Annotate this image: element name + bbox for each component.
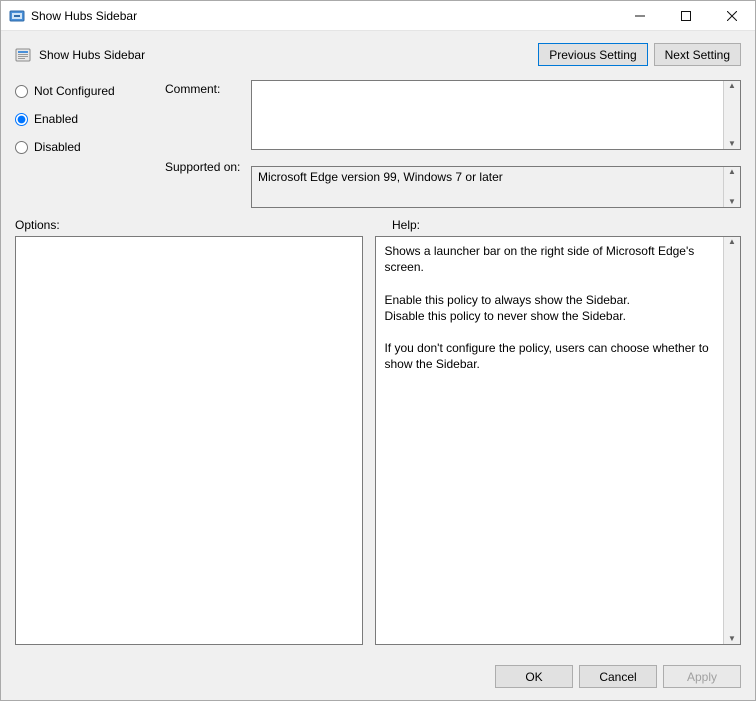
comment-textarea[interactable]	[252, 81, 723, 149]
content-area: Show Hubs Sidebar Previous Setting Next …	[1, 31, 755, 655]
lower-panels: Shows a launcher bar on the right side o…	[15, 236, 741, 645]
supported-text: Microsoft Edge version 99, Windows 7 or …	[252, 167, 723, 207]
options-label: Options:	[15, 218, 378, 232]
options-panel	[15, 236, 363, 645]
supported-box: Microsoft Edge version 99, Windows 7 or …	[251, 166, 741, 208]
comment-box: ▲ ▼	[251, 80, 741, 150]
radio-disabled-label: Disabled	[34, 140, 81, 154]
maximize-button[interactable]	[663, 1, 709, 31]
chevron-down-icon[interactable]: ▼	[724, 187, 740, 207]
radio-enabled-input[interactable]	[15, 113, 28, 126]
chevron-up-icon[interactable]: ▲	[724, 81, 740, 115]
supported-label: Supported on:	[165, 158, 251, 174]
ok-button[interactable]: OK	[495, 665, 573, 688]
state-radio-group: Not Configured Enabled Disabled	[15, 80, 165, 208]
radio-disabled[interactable]: Disabled	[15, 140, 165, 154]
help-scroll[interactable]: ▲ ▼	[723, 237, 740, 644]
comment-row: Comment: ▲ ▼	[165, 80, 741, 150]
top-config-area: Not Configured Enabled Disabled Comment:	[15, 80, 741, 208]
radio-not-configured-label: Not Configured	[34, 84, 115, 98]
supported-row: Supported on: Microsoft Edge version 99,…	[165, 158, 741, 208]
help-label: Help:	[378, 218, 741, 232]
policy-icon	[15, 47, 31, 63]
window-title: Show Hubs Sidebar	[31, 9, 617, 23]
chevron-down-icon[interactable]: ▼	[724, 115, 740, 149]
radio-not-configured-input[interactable]	[15, 85, 28, 98]
minimize-button[interactable]	[617, 1, 663, 31]
radio-enabled-label: Enabled	[34, 112, 78, 126]
radio-not-configured[interactable]: Not Configured	[15, 84, 165, 98]
titlebar: Show Hubs Sidebar	[1, 1, 755, 31]
close-button[interactable]	[709, 1, 755, 31]
cancel-button[interactable]: Cancel	[579, 665, 657, 688]
chevron-down-icon[interactable]: ▼	[724, 441, 740, 645]
radio-enabled[interactable]: Enabled	[15, 112, 165, 126]
help-panel: Shows a launcher bar on the right side o…	[375, 236, 741, 645]
supported-scroll[interactable]: ▲ ▼	[723, 167, 740, 207]
next-setting-button[interactable]: Next Setting	[654, 43, 741, 66]
header-row: Show Hubs Sidebar Previous Setting Next …	[15, 43, 741, 66]
chevron-up-icon[interactable]: ▲	[724, 167, 740, 187]
footer-buttons: OK Cancel Apply	[1, 655, 755, 700]
policy-editor-window: Show Hubs Sidebar Show Hubs Sidebar	[0, 0, 756, 701]
comment-scroll[interactable]: ▲ ▼	[723, 81, 740, 149]
help-text: Shows a launcher bar on the right side o…	[376, 237, 723, 644]
app-icon	[9, 8, 25, 24]
chevron-up-icon[interactable]: ▲	[724, 237, 740, 441]
radio-disabled-input[interactable]	[15, 141, 28, 154]
previous-setting-button[interactable]: Previous Setting	[538, 43, 647, 66]
info-fields: Comment: ▲ ▼ Supported on: Microsoft Edg…	[165, 80, 741, 208]
apply-button[interactable]: Apply	[663, 665, 741, 688]
policy-title: Show Hubs Sidebar	[39, 48, 532, 62]
lower-labels: Options: Help:	[15, 218, 741, 232]
comment-label: Comment:	[165, 80, 251, 96]
